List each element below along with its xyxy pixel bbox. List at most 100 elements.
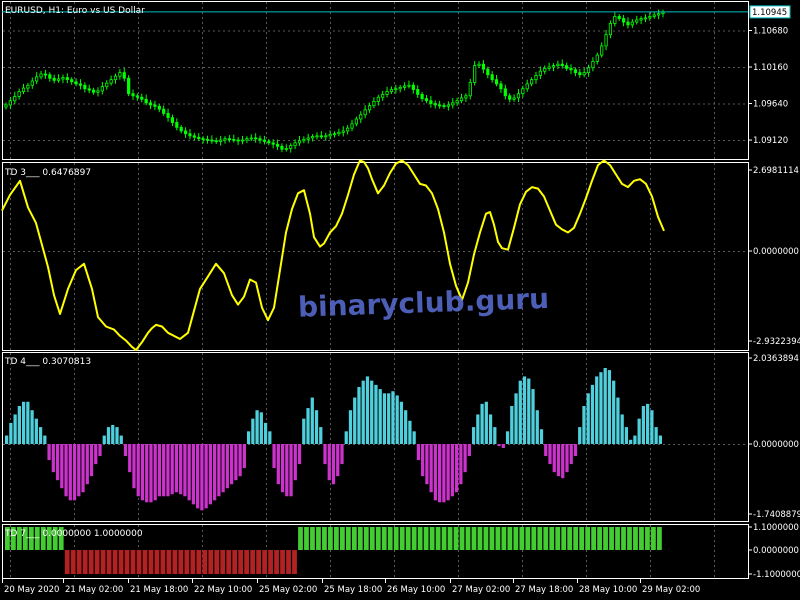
- td7-bar-13: [82, 550, 88, 574]
- td4-bar-0: [5, 435, 9, 444]
- candle-body-22: [100, 86, 104, 92]
- candle-body-127: [560, 63, 564, 67]
- td4-bar-69: [297, 444, 302, 465]
- td4-bar-75: [323, 444, 327, 465]
- td7-bar-51: [310, 527, 315, 550]
- td4-bar-78: [336, 444, 340, 477]
- candle-body-146: [643, 17, 648, 20]
- td7-bar-10: [64, 550, 70, 574]
- td4-bar-85: [365, 376, 370, 444]
- panel-frame-2: [2, 162, 749, 351]
- x-tick-label-4: 25 May 02:00: [259, 585, 317, 595]
- candle-body-56: [249, 137, 253, 140]
- td4-ytick-0: 2.0363894: [753, 354, 799, 364]
- candle-body-31: [140, 96, 144, 100]
- td7-bar-39: [238, 550, 244, 574]
- candle-body-74: [328, 134, 332, 137]
- td7-bar-12: [76, 550, 82, 574]
- candle-body-144: [635, 19, 639, 23]
- td7-bar-22: [136, 550, 142, 574]
- candle-body-3: [17, 91, 21, 97]
- candle-body-114: [503, 88, 507, 97]
- td7-bar-42: [256, 550, 262, 574]
- td4-bar-33: [145, 444, 149, 503]
- td7-bar-66: [399, 527, 405, 550]
- td4-bar-25: [111, 424, 115, 444]
- candle-body-139: [613, 16, 617, 24]
- td7-bar-97: [585, 527, 591, 550]
- td7-bar-88: [531, 527, 537, 550]
- candle-body-150: [661, 11, 665, 15]
- td4-bar-38: [166, 444, 170, 497]
- td7-bar-74: [447, 527, 453, 550]
- current-price-tag: 1.10945: [752, 8, 787, 18]
- td3-label: TD 3___ 0.6476897: [4, 168, 91, 178]
- x-tick-label-9: 28 May 10:00: [579, 585, 637, 595]
- td3-ytick-0: 2.6981114: [753, 166, 799, 176]
- td7-bar-21: [130, 550, 136, 574]
- candle-body-82: [363, 109, 367, 116]
- td4-bar-62: [268, 431, 272, 444]
- candle-body-130: [573, 69, 578, 74]
- td4-bar-116: [497, 444, 501, 447]
- candle-body-0: [4, 104, 8, 108]
- x-tick-label-3: 22 May 10:00: [194, 585, 252, 595]
- candle-body-57: [254, 137, 258, 140]
- td4-bar-99: [425, 444, 429, 485]
- candle-body-96: [424, 98, 429, 102]
- candle-body-102: [451, 102, 455, 106]
- td4-bar-137: [586, 393, 590, 444]
- y-axis-labels: 1.10680 1.10160 1.09640 1.09120 2.6981114 0.0…: [748, 26, 800, 580]
- candle-body-120: [530, 79, 534, 85]
- candle-body-63: [280, 145, 284, 150]
- td7-bar-52: [316, 527, 321, 550]
- td4-bar-57: [246, 431, 251, 444]
- td4-bar-94: [404, 410, 408, 444]
- td7-bar-57: [345, 527, 351, 550]
- td4-bar-109: [467, 444, 471, 457]
- candle-body-70: [310, 136, 315, 139]
- td4-bar-31: [136, 444, 140, 497]
- candle-body-76: [337, 131, 341, 135]
- candle-body-5: [26, 84, 30, 89]
- td7-bar-34: [208, 550, 214, 574]
- td7-bar-77: [465, 527, 471, 550]
- td7-bar-81: [489, 527, 495, 550]
- td4-bar-140: [599, 372, 603, 444]
- candle-body-131: [578, 72, 582, 76]
- candle-body-148: [652, 14, 656, 17]
- td4-bar-24: [106, 427, 111, 444]
- td4-bar-1: [9, 422, 13, 444]
- td7-bar-82: [495, 527, 501, 550]
- td7-bar-93: [561, 527, 567, 550]
- td4-bar-87: [374, 384, 378, 444]
- td4-bar-44: [191, 444, 196, 505]
- td4-bar-152: [650, 410, 654, 444]
- td4-bar-26: [115, 427, 119, 444]
- td7-bar-33: [202, 550, 208, 574]
- candle-body-113: [499, 83, 503, 90]
- td4-bar-127: [544, 444, 548, 457]
- candle-body-75: [332, 133, 337, 136]
- candle-body-134: [591, 60, 595, 69]
- td4-bar-18: [81, 444, 85, 493]
- candle-body-10: [48, 74, 52, 79]
- candle-body-109: [481, 63, 486, 70]
- candle-body-34: [153, 104, 157, 107]
- td4-bar-4: [21, 401, 26, 444]
- candle-body-147: [648, 16, 652, 19]
- candle-body-141: [621, 18, 626, 23]
- candle-body-117: [516, 93, 521, 99]
- candle-body-30: [135, 95, 139, 98]
- td7-bar-67: [405, 527, 411, 550]
- watermark: binaryclub.guru: [297, 282, 549, 324]
- td7-bar-62: [375, 527, 381, 550]
- candle-body-78: [346, 127, 350, 132]
- candle-body-46: [205, 138, 210, 141]
- td7-bar-85: [513, 527, 519, 550]
- td4-bar-101: [433, 444, 438, 501]
- td7-bar-44: [268, 550, 273, 574]
- candle-body-62: [275, 143, 280, 147]
- candle-body-132: [582, 72, 586, 76]
- td7-bar-96: [579, 527, 585, 550]
